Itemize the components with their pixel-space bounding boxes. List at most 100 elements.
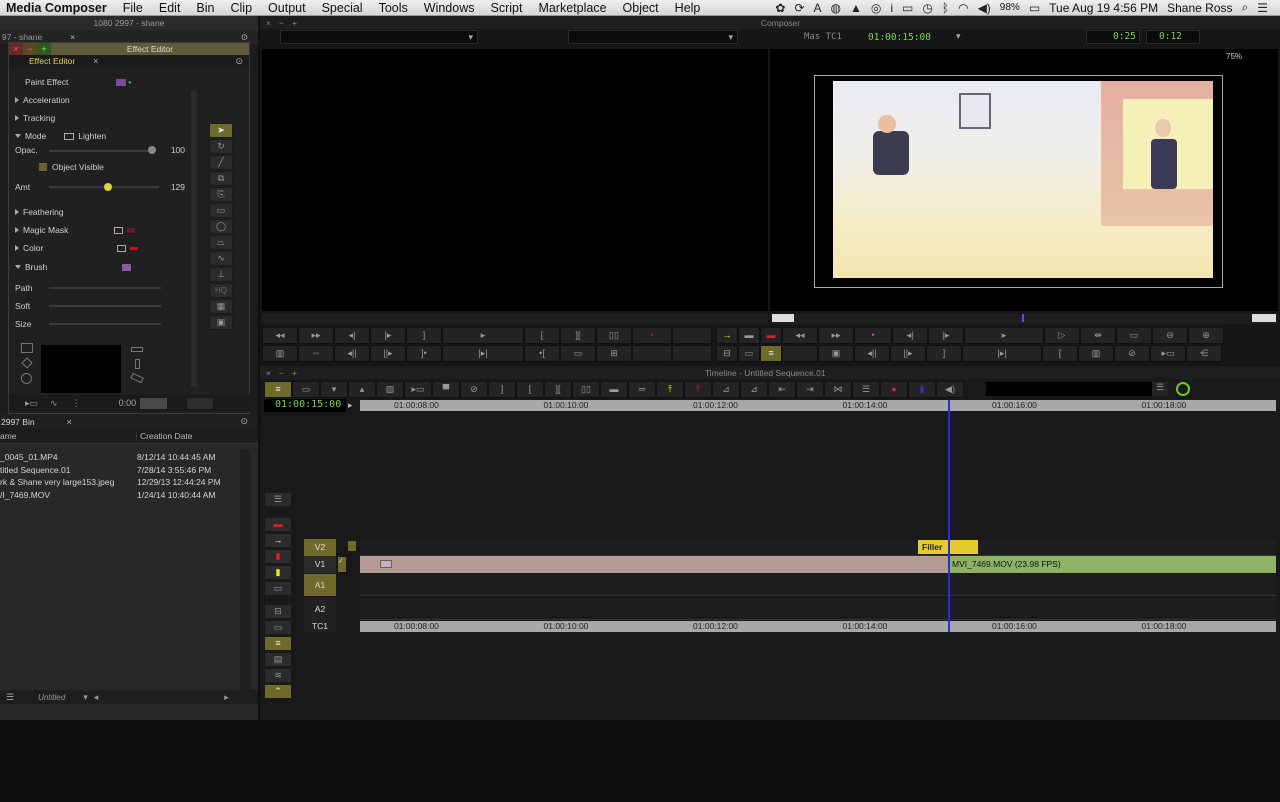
play-in-out-icon[interactable]: |▸| — [962, 345, 1042, 362]
step-forward-icon[interactable]: |▸ — [370, 327, 406, 344]
cloud-icon[interactable]: ◎ — [871, 1, 881, 15]
opacity-slider[interactable] — [49, 150, 151, 152]
blank-button[interactable] — [672, 327, 712, 344]
menu-tools[interactable]: Tools — [371, 1, 416, 15]
segment-mode-icon[interactable]: ⌃ — [264, 684, 292, 699]
bin-view-name[interactable]: Untitled — [38, 693, 65, 702]
mark-red-icon[interactable]: ▬ — [264, 517, 292, 532]
tracking-group[interactable]: Tracking — [23, 113, 55, 123]
blank-button[interactable] — [632, 345, 672, 362]
menu-windows[interactable]: Windows — [416, 1, 483, 15]
tc1-track[interactable]: 01:00:08:00 01:00:10:00 01:00:12:00 01:00:1… — [360, 621, 1276, 632]
expand-icon[interactable] — [15, 97, 19, 103]
trim-icon[interactable]: ◦◦ — [298, 345, 334, 362]
track-a2[interactable] — [360, 598, 1276, 620]
add-marker-icon[interactable]: • — [854, 327, 892, 344]
zoom-window-icon[interactable]: + — [292, 368, 297, 378]
mark-in-icon[interactable]: [ — [516, 381, 544, 398]
soft-slider[interactable] — [49, 305, 161, 307]
overwrite-icon[interactable]: ▬ — [738, 327, 760, 344]
minimize-window-icon[interactable]: − — [279, 368, 284, 378]
amount-slider-handle[interactable] — [104, 183, 112, 191]
sync-lock-icon[interactable]: ⊞ — [596, 345, 632, 362]
keyframe-graph-icon[interactable]: ∿ — [50, 398, 58, 409]
mark-out-icon[interactable]: ] — [406, 327, 442, 344]
brush-icon[interactable] — [122, 263, 132, 271]
waveform-icon[interactable]: ≋ — [264, 668, 292, 683]
monitor-checkbox[interactable]: ✓ — [338, 557, 346, 572]
bin-row[interactable]: /I_7469.MOV 1/24/14 10:40:44 AM — [0, 490, 240, 500]
trim-left-icon[interactable]: ⊿ — [712, 381, 740, 398]
source-clip-menu[interactable]: ▾ — [280, 30, 478, 44]
status-icon[interactable]: ✿ — [775, 1, 785, 15]
clock[interactable]: Tue Aug 19 4:56 PM — [1049, 1, 1158, 15]
go-to-out-icon[interactable]: ]• — [406, 345, 442, 362]
mode-value[interactable]: Lighten — [78, 131, 106, 141]
position-indicator-line[interactable] — [948, 400, 950, 632]
lift-icon[interactable]: ▭ — [560, 345, 596, 362]
copy-tool-icon[interactable]: ⧉ — [209, 171, 233, 186]
fast-forward-icon[interactable]: ▸▸ — [818, 327, 854, 344]
zoom-window-icon[interactable]: + — [292, 18, 297, 28]
magic-mask-group[interactable]: Magic Mask — [23, 225, 68, 235]
track-a1[interactable] — [360, 574, 1276, 596]
bin-tab[interactable]: 2997 Bin — [1, 417, 35, 427]
amount-value[interactable]: 129 — [171, 182, 185, 192]
track-options-icon[interactable]: ☰ — [1152, 382, 1168, 396]
square-brush-icon[interactable] — [21, 343, 33, 353]
mark-clip-icon[interactable]: ▯▯ — [596, 327, 632, 344]
step-back-10-icon[interactable]: ◂|| — [334, 345, 370, 362]
play-icon[interactable]: ▸ — [964, 327, 1044, 344]
preview-icon[interactable]: ▸▭ — [25, 398, 38, 409]
v1-segment-paint[interactable] — [360, 556, 948, 573]
menu-help[interactable]: Help — [667, 1, 709, 15]
record-position-bar[interactable] — [770, 314, 1278, 324]
acceleration-group[interactable]: Acceleration — [23, 95, 70, 105]
split-icon[interactable]: ⋮ — [72, 398, 81, 409]
polygon-tool-icon[interactable]: ⏢ — [209, 235, 233, 250]
source-mode-icon[interactable]: ▥ — [262, 345, 298, 362]
paste-tool-icon[interactable]: ⎘ — [209, 187, 233, 202]
close-window-icon[interactable]: × — [9, 43, 23, 55]
menu-file[interactable]: File — [115, 1, 151, 15]
effect-scrollbar[interactable] — [191, 91, 197, 387]
zoom-out-icon[interactable]: ⊖ — [1152, 327, 1188, 344]
globe-icon[interactable]: ◍ — [831, 1, 841, 15]
audio-icon[interactable]: ◀) — [936, 381, 964, 398]
lift-icon[interactable]: ═ — [628, 381, 656, 398]
timecode-menu-icon[interactable]: ▸ — [348, 400, 353, 411]
tc-track-label[interactable]: Mas TC1 — [804, 32, 842, 42]
feathering-group[interactable]: Feathering — [23, 207, 64, 217]
lift-icon[interactable]: ▬ — [760, 327, 782, 344]
airplay-icon[interactable]: ▭ — [902, 1, 913, 15]
step-back-icon[interactable]: ◂| — [892, 327, 928, 344]
mark-clip-icon[interactable]: ▯▯ — [572, 381, 600, 398]
timeline-position-timecode[interactable]: 01:00:15:00 — [264, 399, 346, 412]
export-icon[interactable]: ▸▭ — [1150, 345, 1186, 362]
play-loop-icon[interactable]: ▷ — [1044, 327, 1080, 344]
effect-icon[interactable] — [380, 560, 392, 568]
bin-view-icon[interactable]: ☰ — [6, 692, 14, 703]
stamp-tool-icon[interactable]: ⊥ — [209, 267, 233, 282]
bin-scrollbar[interactable] — [240, 450, 250, 694]
hq-button[interactable]: HQ — [209, 283, 233, 298]
record-icon[interactable]: ● — [880, 381, 908, 398]
eyedropper-icon[interactable] — [114, 226, 124, 234]
arrow-icon[interactable]: → — [264, 533, 292, 548]
opacity-slider-handle[interactable] — [148, 146, 156, 154]
mark-in-icon[interactable]: [ — [524, 327, 560, 344]
source-record-icon[interactable]: ▭ — [738, 345, 760, 362]
column-creation-date[interactable]: Creation Date — [140, 431, 192, 441]
rotate-tool-icon[interactable]: ↻ — [209, 139, 233, 154]
info-icon[interactable]: i — [890, 1, 893, 15]
duration-display-2[interactable]: 0:12 — [1146, 30, 1200, 44]
close-window-icon[interactable]: × — [266, 18, 271, 28]
panel-menu-icon[interactable]: ⊙ — [235, 56, 243, 67]
menu-object[interactable]: Object — [615, 1, 667, 15]
track-v1-button[interactable]: V1 — [304, 556, 336, 573]
match-frame-icon[interactable]: ⇹ — [1080, 327, 1116, 344]
render-icon[interactable]: ▥ — [1078, 345, 1114, 362]
lock-icon[interactable] — [348, 541, 356, 551]
rectangle-tool-icon[interactable]: ▭ — [209, 203, 233, 218]
lift-red-icon[interactable]: ⤒ — [684, 381, 712, 398]
